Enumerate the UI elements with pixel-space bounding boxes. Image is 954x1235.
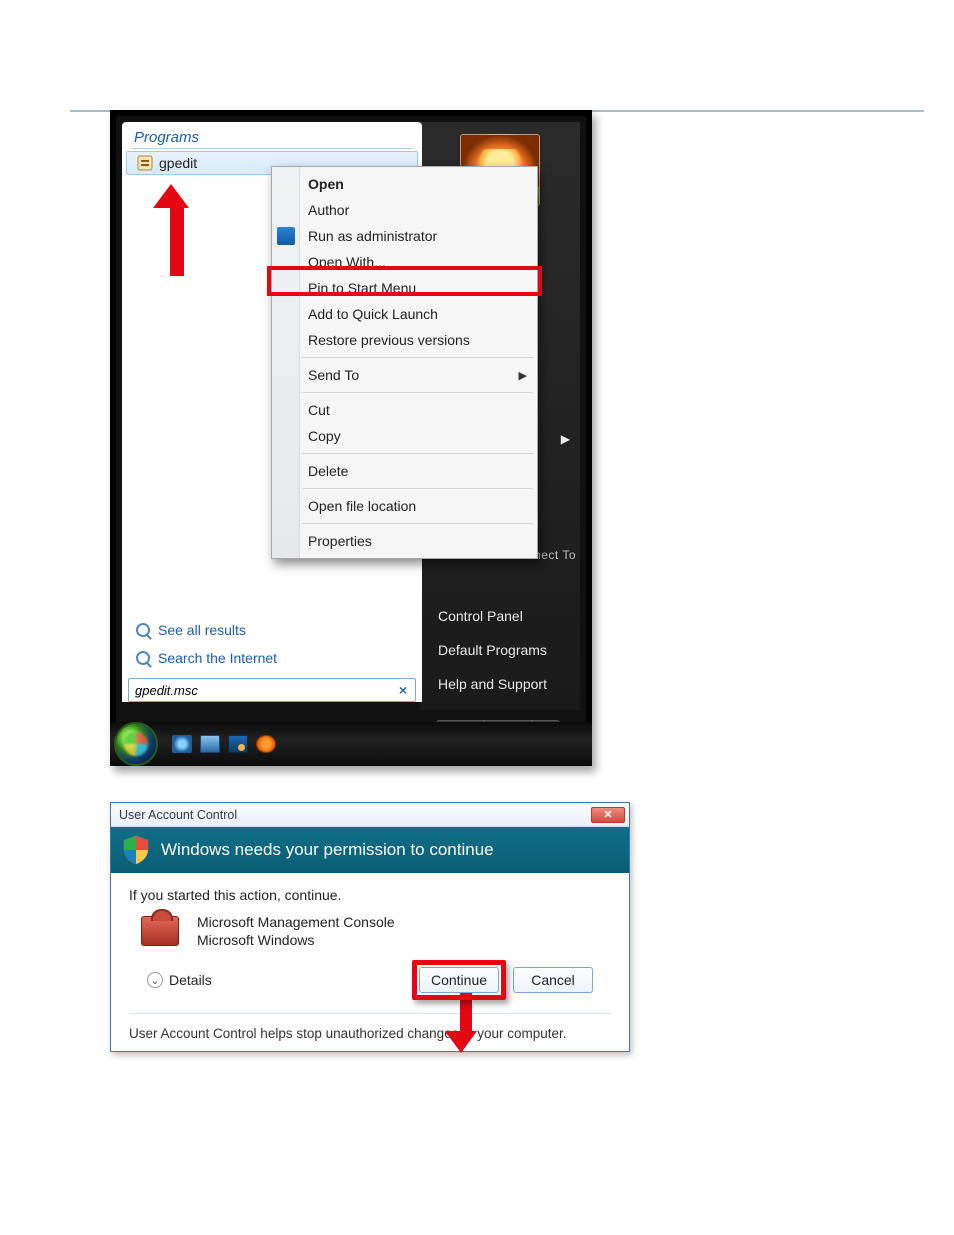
details-toggle[interactable]: ⌄ Details [147, 972, 212, 988]
close-button[interactable]: ✕ [591, 807, 625, 823]
start-menu-screenshot: ▶ Control Panel Default Programs Help an… [110, 110, 592, 766]
uac-title: User Account Control [119, 808, 237, 822]
ctx-pin-start[interactable]: Pin to Start Menu [272, 275, 537, 301]
switch-windows-icon[interactable] [228, 735, 248, 753]
right-item-help-support[interactable]: Help and Support [438, 676, 547, 692]
start-search-input[interactable]: × [128, 678, 416, 702]
ctx-quick-launch[interactable]: Add to Quick Launch [272, 301, 537, 327]
ctx-author[interactable]: Author [272, 197, 537, 223]
clear-search-button[interactable]: × [391, 682, 415, 698]
see-all-results[interactable]: See all results [122, 616, 422, 644]
taskbar [110, 722, 592, 766]
ctx-open-with[interactable]: Open With... [272, 249, 537, 275]
uac-titlebar: User Account Control ✕ [111, 803, 629, 827]
quick-launch [172, 735, 276, 753]
see-all-label: See all results [158, 622, 246, 638]
search-field[interactable] [129, 683, 391, 698]
firefox-icon[interactable] [256, 735, 276, 753]
divider [129, 1013, 611, 1014]
search-internet-label: Search the Internet [158, 650, 277, 666]
submenu-arrow-icon: ▶ [519, 369, 527, 382]
start-button[interactable] [114, 722, 158, 766]
ctx-copy[interactable]: Copy [272, 423, 537, 449]
ctx-properties[interactable]: Properties [272, 528, 537, 554]
start-menu-panel: ▶ Control Panel Default Programs Help an… [116, 116, 586, 760]
ctx-open-location[interactable]: Open file location [272, 493, 537, 519]
search-icon [136, 623, 150, 637]
uac-footer-text: User Account Control helps stop unauthor… [129, 1026, 611, 1041]
ie-icon[interactable] [172, 735, 192, 753]
separator [302, 453, 533, 454]
details-label: Details [169, 972, 212, 988]
continue-button[interactable]: Continue [419, 967, 499, 993]
uac-instruction: If you started this action, continue. [129, 887, 611, 903]
ctx-delete[interactable]: Delete [272, 458, 537, 484]
right-item-default-programs[interactable]: Default Programs [438, 642, 547, 658]
shield-icon [123, 835, 149, 865]
uac-app-publisher: Microsoft Windows [197, 931, 395, 949]
ctx-cut[interactable]: Cut [272, 397, 537, 423]
search-the-internet[interactable]: Search the Internet [122, 644, 422, 672]
show-desktop-icon[interactable] [200, 735, 220, 753]
divider [132, 148, 412, 149]
separator [302, 488, 533, 489]
separator [302, 357, 533, 358]
search-result-label: gpedit [159, 155, 197, 171]
separator [302, 392, 533, 393]
submenu-arrow-icon: ▶ [561, 432, 570, 446]
annotation-highlight-box: Continue [419, 967, 499, 993]
uac-banner-text: Windows needs your permission to continu… [161, 840, 494, 860]
programs-heading: Programs [122, 122, 422, 148]
ctx-open[interactable]: Open [272, 171, 537, 197]
cancel-button[interactable]: Cancel [513, 967, 593, 993]
separator [302, 523, 533, 524]
annotation-arrow-up [164, 184, 189, 276]
ctx-send-to[interactable]: Send To▶ [272, 362, 537, 388]
search-icon [136, 651, 150, 665]
uac-application-info: Microsoft Management Console Microsoft W… [141, 913, 611, 949]
right-item-control-panel[interactable]: Control Panel [438, 608, 547, 624]
uac-dialog: User Account Control ✕ Windows needs you… [110, 802, 630, 1052]
toolbox-icon [141, 916, 179, 946]
msc-file-icon [137, 155, 153, 171]
uac-app-name: Microsoft Management Console [197, 913, 395, 931]
shield-badge-icon [277, 227, 295, 245]
ctx-run-as-admin[interactable]: Run as administrator [272, 223, 537, 249]
context-menu: Open Author Run as administrator Open Wi… [271, 166, 538, 559]
uac-banner: Windows needs your permission to continu… [111, 827, 629, 873]
ctx-restore-versions[interactable]: Restore previous versions [272, 327, 537, 353]
chevron-down-icon: ⌄ [147, 972, 163, 988]
